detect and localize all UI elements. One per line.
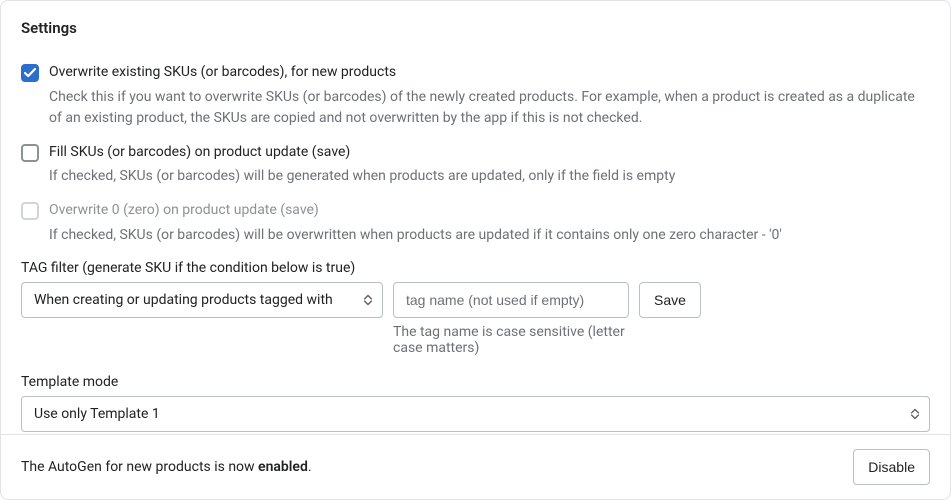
select-value: Use only Template 1 — [34, 406, 160, 422]
select-value: When creating or updating products tagge… — [34, 292, 333, 308]
status-state: enabled — [258, 459, 308, 475]
option-body: Fill SKUs (or barcodes) on product updat… — [49, 143, 930, 188]
status-prefix: The AutoGen for new products is now — [21, 459, 258, 475]
status-suffix: . — [308, 459, 312, 475]
option-label: Overwrite existing SKUs (or barcodes), f… — [49, 63, 930, 83]
template-mode-section: Template mode Use only Template 1 — [21, 374, 930, 432]
tag-filter-mode-select[interactable]: When creating or updating products tagge… — [21, 282, 383, 318]
disable-button[interactable]: Disable — [853, 449, 930, 485]
option-label: Fill SKUs (or barcodes) on product updat… — [49, 143, 930, 163]
option-body: Overwrite 0 (zero) on product update (sa… — [49, 201, 930, 246]
option-desc: If checked, SKUs (or barcodes) will be o… — [49, 225, 930, 246]
card-body: Settings Overwrite existing SKUs (or bar… — [1, 1, 950, 434]
checkbox-overwrite-zero — [21, 202, 39, 220]
option-fill-on-update: Fill SKUs (or barcodes) on product updat… — [21, 143, 930, 188]
option-overwrite-new: Overwrite existing SKUs (or barcodes), f… — [21, 63, 930, 129]
tag-input-col: The tag name is case sensitive (letter c… — [393, 282, 629, 356]
chevron-updown-icon — [364, 294, 372, 305]
template-mode-label: Template mode — [21, 374, 930, 390]
chevron-updown-icon — [911, 408, 919, 419]
template-mode-select[interactable]: Use only Template 1 — [21, 396, 930, 432]
option-body: Overwrite existing SKUs (or barcodes), f… — [49, 63, 930, 129]
autogen-status: The AutoGen for new products is now enab… — [21, 459, 312, 475]
settings-card: Settings Overwrite existing SKUs (or bar… — [0, 0, 951, 500]
save-button[interactable]: Save — [639, 282, 701, 318]
option-desc: Check this if you want to overwrite SKUs… — [49, 87, 930, 129]
tag-filter-label: TAG filter (generate SKU if the conditio… — [21, 260, 930, 276]
page-title: Settings — [21, 19, 930, 37]
tag-name-input[interactable] — [393, 282, 629, 318]
checkbox-overwrite-new[interactable] — [21, 64, 39, 82]
checkbox-fill-on-update[interactable] — [21, 144, 39, 162]
check-icon — [24, 67, 36, 79]
option-overwrite-zero: Overwrite 0 (zero) on product update (sa… — [21, 201, 930, 246]
option-desc: If checked, SKUs (or barcodes) will be g… — [49, 166, 930, 187]
tag-hint: The tag name is case sensitive (letter c… — [393, 324, 629, 356]
tag-filter-row: When creating or updating products tagge… — [21, 282, 930, 356]
footer: The AutoGen for new products is now enab… — [1, 434, 950, 499]
option-label: Overwrite 0 (zero) on product update (sa… — [49, 201, 930, 221]
